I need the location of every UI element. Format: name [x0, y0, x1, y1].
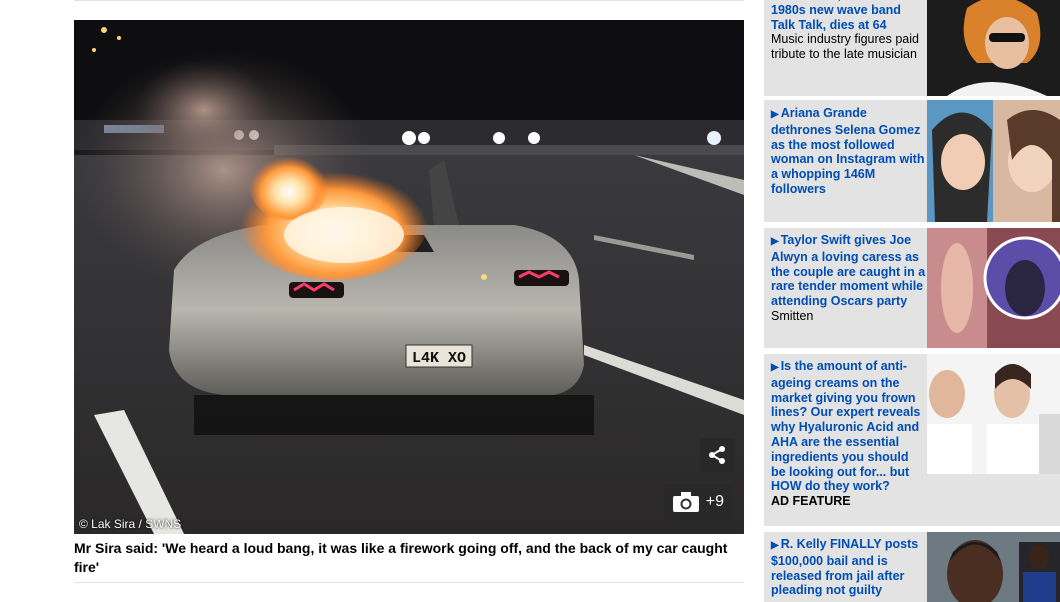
sidebar-item[interactable]: ▶ Ariana Grande dethrones Selena Gomez as…	[764, 100, 1060, 222]
share-button[interactable]	[700, 438, 734, 472]
sidebar-thumbnail[interactable]	[927, 228, 1060, 348]
sidebar-item-headline[interactable]: Is the amount of anti-ageing creams on t…	[771, 359, 920, 493]
sidebar-thumbnail[interactable]	[927, 100, 1060, 222]
sidebar-thumbnail[interactable]	[927, 532, 1060, 602]
sidebar-item-headline[interactable]: Mark Hollis, frontman of 1980s new wave …	[771, 0, 926, 32]
sidebar-item[interactable]: ▶ Taylor Swift gives Joe Alwyn a loving c…	[764, 228, 1060, 348]
photo-caption: Mr Sira said: 'We heard a loud bang, it …	[74, 540, 728, 575]
play-arrow-icon: ▶	[771, 236, 779, 247]
sidebar-item[interactable]: ▶ Is the amount of anti-ageing creams on …	[764, 354, 1060, 526]
bottom-divider	[74, 582, 744, 583]
sidebar-item-headline[interactable]: R. Kelly FINALLY posts $100,000 bail and…	[771, 537, 918, 597]
gallery-button[interactable]: +9	[663, 484, 732, 520]
play-arrow-icon: ▶	[771, 362, 779, 373]
burning-car-photo: L4K XO	[74, 20, 744, 534]
gallery-count: +9	[705, 493, 724, 510]
article-photo[interactable]: L4K XO © Lak Sira / SWNS +9	[74, 20, 744, 534]
sidebar-thumbnail[interactable]	[927, 354, 1060, 474]
play-arrow-icon: ▶	[771, 540, 779, 551]
sidebar-item[interactable]: Mark Hollis, frontman of 1980s new wave …	[764, 0, 1060, 96]
top-divider	[74, 0, 744, 1]
sidebar-item-subtext: Smitten	[771, 308, 814, 323]
ad-feature-label: AD FEATURE	[771, 494, 851, 509]
camera-icon	[672, 492, 699, 512]
sidebar-item-headline[interactable]: Ariana Grande dethrones Selena Gomez as …	[771, 106, 925, 196]
share-icon	[709, 446, 725, 464]
play-arrow-icon: ▶	[771, 109, 779, 120]
sidebar-item-headline[interactable]: Taylor Swift gives Joe Alwyn a loving ca…	[771, 233, 925, 308]
sidebar-item[interactable]: ▶ R. Kelly FINALLY posts $100,000 bail an…	[764, 532, 1060, 602]
number-plate-text: L4K XO	[412, 350, 466, 367]
photo-credit: © Lak Sira / SWNS	[79, 517, 182, 531]
sidebar-thumbnail[interactable]	[927, 0, 1060, 96]
sidebar-item-subtext: Music industry figures paid tribute to t…	[771, 32, 919, 62]
